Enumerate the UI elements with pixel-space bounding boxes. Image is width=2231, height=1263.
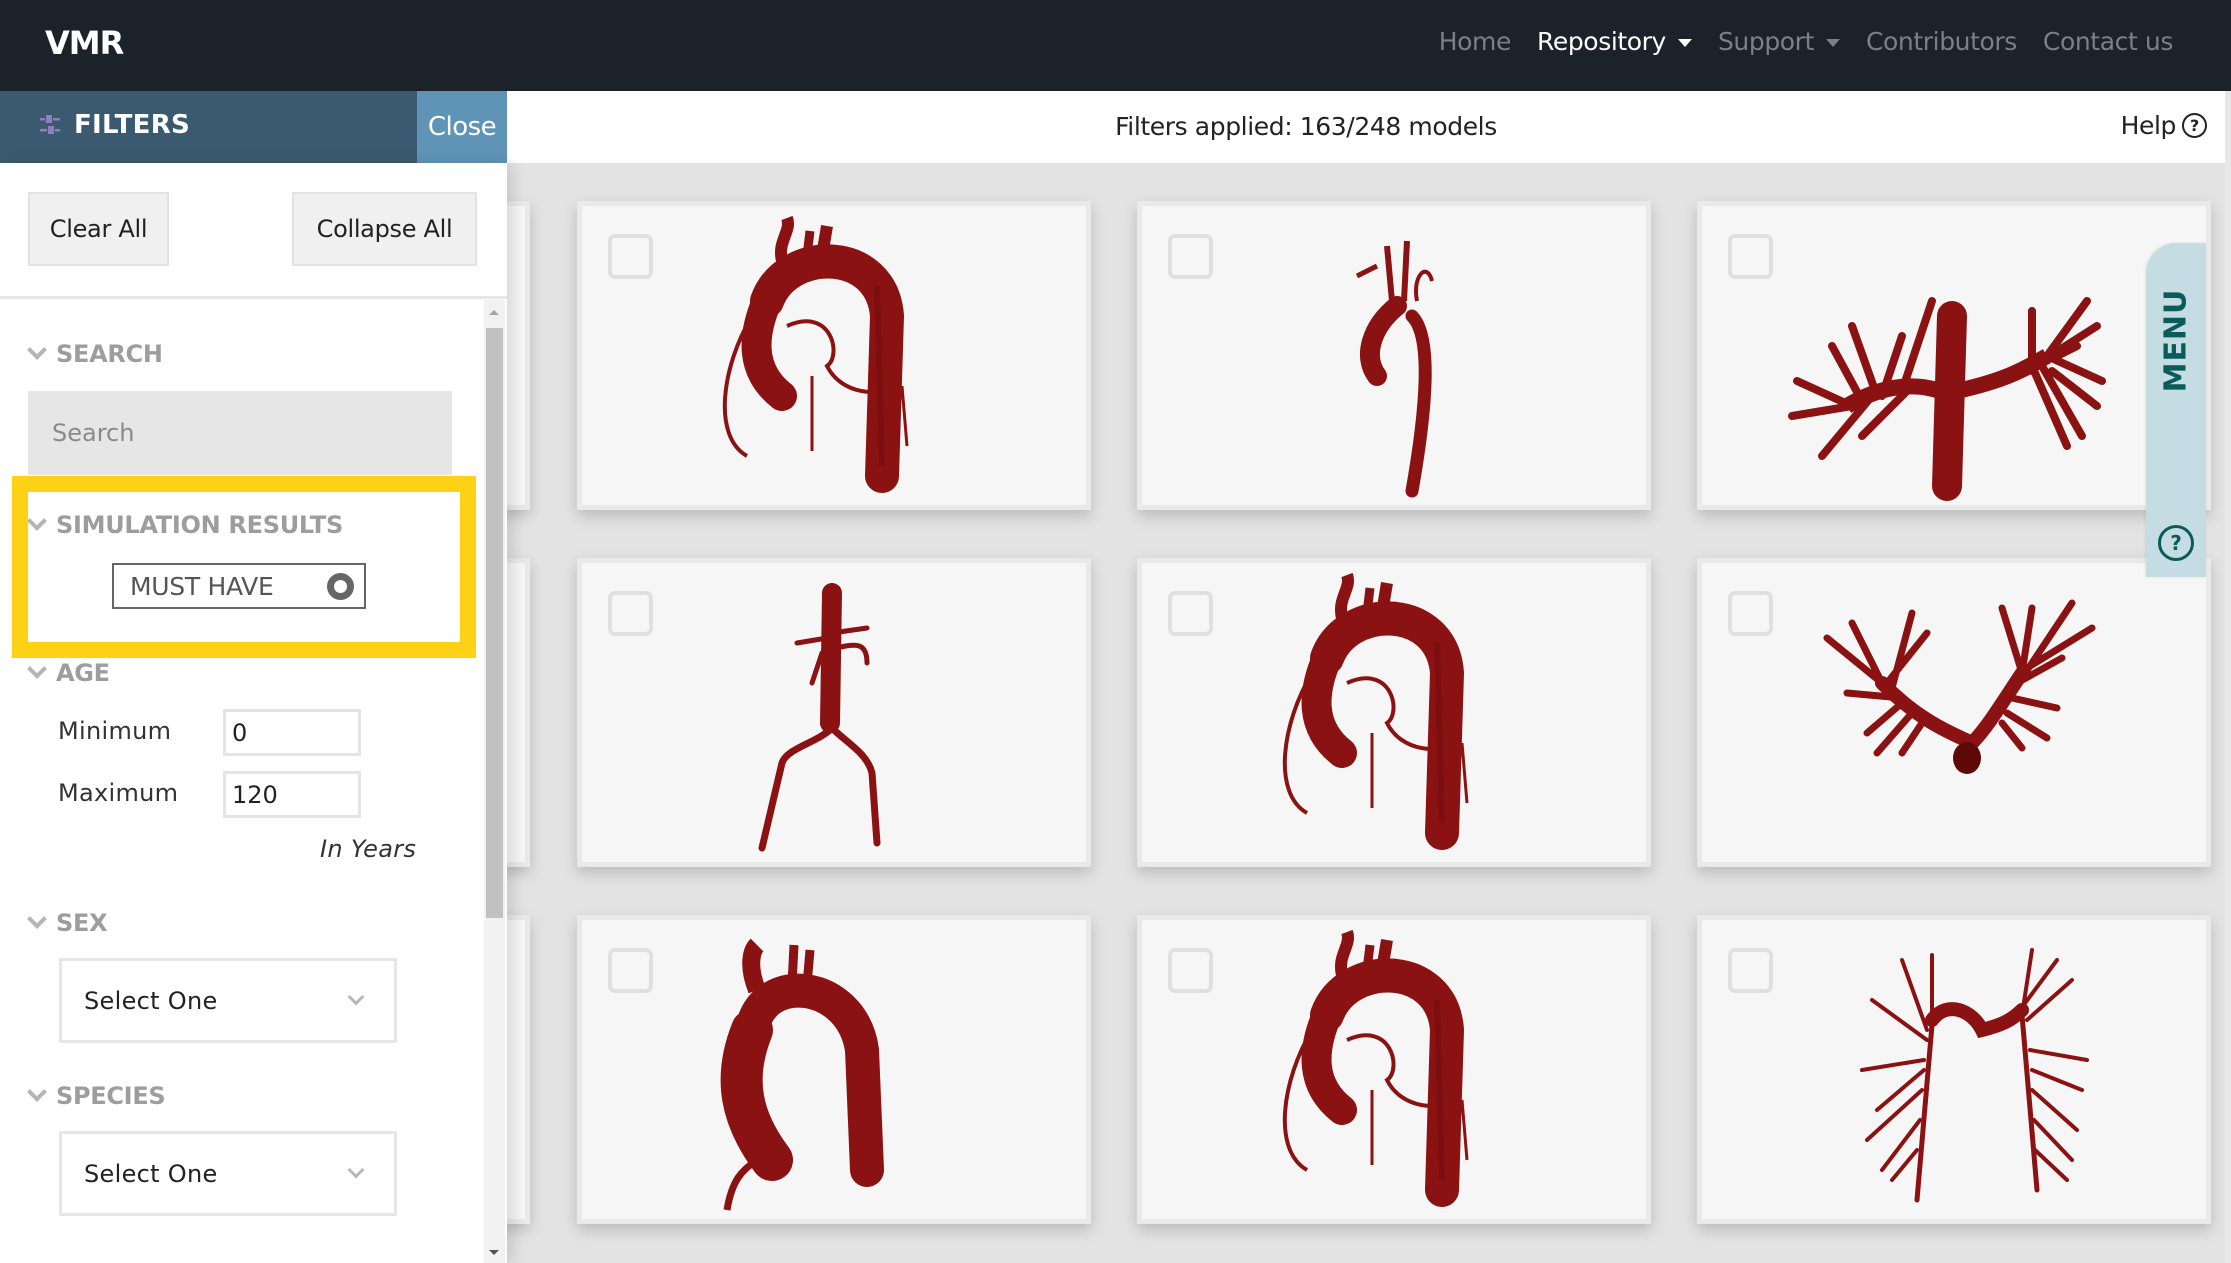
model-card[interactable] bbox=[577, 201, 1091, 510]
vascular-model-thumbnail bbox=[1788, 297, 2106, 501]
nav-support[interactable]: Support bbox=[1718, 27, 1840, 56]
species-select[interactable]: Select One bbox=[59, 1131, 397, 1216]
model-select-checkbox[interactable] bbox=[1728, 234, 1773, 279]
section-age-title: AGE bbox=[56, 659, 110, 687]
scroll-down-arrow-icon[interactable] bbox=[489, 1250, 499, 1255]
collapse-all-button[interactable]: Collapse All bbox=[292, 192, 477, 266]
model-select-checkbox[interactable] bbox=[1168, 948, 1213, 993]
filters-header: FILTERS Close bbox=[0, 91, 507, 163]
toggle-knob-icon bbox=[327, 573, 354, 600]
section-species-title: SPECIES bbox=[56, 1082, 166, 1110]
side-menu-tab[interactable]: MENU ? bbox=[2146, 243, 2206, 577]
age-minimum-input[interactable] bbox=[223, 709, 361, 756]
nav-contributors[interactable]: Contributors bbox=[1866, 27, 2017, 56]
vascular-model-thumbnail bbox=[720, 938, 884, 1211]
help-button[interactable]: Help ? bbox=[2121, 111, 2207, 140]
main-nav: Home Repository Support Contributors Con… bbox=[1438, 27, 2174, 56]
nav-contact-us[interactable]: Contact us bbox=[2043, 27, 2173, 56]
model-card[interactable] bbox=[577, 915, 1091, 1224]
nav-support-label: Support bbox=[1717, 27, 1814, 56]
model-select-checkbox[interactable] bbox=[1728, 591, 1773, 636]
chevron-down-icon bbox=[27, 511, 47, 531]
vascular-model-thumbnail bbox=[1282, 929, 1469, 1207]
menu-label: MENU bbox=[2158, 288, 2194, 392]
must-have-toggle[interactable]: MUST HAVE bbox=[112, 563, 366, 609]
nav-contact-us-label: Contact us bbox=[2042, 27, 2173, 56]
model-card[interactable] bbox=[1137, 201, 1651, 510]
filters-applied-summary: Filters applied: 163/248 models bbox=[1115, 112, 1497, 141]
sex-select-value: Select One bbox=[84, 986, 218, 1015]
chevron-down-icon bbox=[27, 340, 47, 360]
section-simulation-results-title: SIMULATION RESULTS bbox=[56, 511, 343, 539]
question-circle-icon: ? bbox=[2182, 113, 2207, 138]
section-search-title: SEARCH bbox=[56, 340, 163, 368]
page-scrollbar[interactable] bbox=[2225, 91, 2231, 1263]
search-input[interactable] bbox=[28, 391, 452, 475]
model-select-checkbox[interactable] bbox=[608, 234, 653, 279]
vascular-model-thumbnail bbox=[758, 583, 881, 852]
question-circle-icon[interactable]: ? bbox=[2158, 525, 2194, 561]
section-sex-title: SEX bbox=[56, 909, 108, 937]
nav-repository[interactable]: Repository bbox=[1537, 27, 1692, 56]
sidebar-scrollbar-thumb[interactable] bbox=[486, 328, 503, 918]
scroll-up-arrow-icon[interactable] bbox=[489, 310, 499, 315]
sex-select[interactable]: Select One bbox=[59, 958, 397, 1043]
chevron-down-icon bbox=[347, 1161, 365, 1179]
model-card[interactable] bbox=[1697, 201, 2211, 510]
chevron-down-icon bbox=[27, 1082, 47, 1102]
model-card[interactable] bbox=[1137, 915, 1651, 1224]
model-select-checkbox[interactable] bbox=[608, 591, 653, 636]
vascular-model-thumbnail bbox=[1823, 599, 2096, 774]
section-age-header[interactable]: AGE bbox=[27, 659, 110, 687]
section-search-header[interactable]: SEARCH bbox=[27, 340, 163, 368]
model-card[interactable] bbox=[577, 558, 1091, 867]
section-simulation-results-header[interactable]: SIMULATION RESULTS bbox=[27, 511, 343, 539]
nav-repository-label: Repository bbox=[1537, 27, 1666, 56]
chevron-down-icon bbox=[27, 909, 47, 929]
vascular-model-thumbnail bbox=[722, 215, 909, 493]
age-minimum-label: Minimum bbox=[58, 717, 172, 745]
section-species-header[interactable]: SPECIES bbox=[27, 1082, 166, 1110]
model-select-checkbox[interactable] bbox=[1168, 234, 1213, 279]
vascular-model-thumbnail bbox=[1355, 240, 1434, 498]
species-select-value: Select One bbox=[84, 1159, 218, 1188]
age-unit-note: In Years bbox=[320, 835, 417, 863]
nav-home-label: Home bbox=[1438, 27, 1512, 56]
age-maximum-label: Maximum bbox=[58, 779, 179, 807]
model-select-checkbox[interactable] bbox=[1168, 591, 1213, 636]
results-bar: Filters applied: 163/248 models Help ? bbox=[507, 91, 2225, 163]
top-navbar: VMR Home Repository Support Contributors… bbox=[0, 0, 2231, 91]
caret-down-icon bbox=[1825, 38, 1840, 47]
model-card[interactable] bbox=[1697, 558, 2211, 867]
vascular-model-thumbnail bbox=[1860, 948, 2089, 1203]
must-have-label: MUST HAVE bbox=[130, 571, 274, 601]
sidebar-scrollbar[interactable] bbox=[484, 300, 505, 1263]
model-card[interactable] bbox=[1697, 915, 2211, 1224]
nav-home[interactable]: Home bbox=[1438, 27, 1512, 56]
age-maximum-input[interactable] bbox=[223, 771, 361, 818]
close-filters-button[interactable]: Close bbox=[417, 91, 507, 163]
model-card[interactable] bbox=[1137, 558, 1651, 867]
help-label: Help bbox=[2120, 111, 2177, 140]
nav-contributors-label: Contributors bbox=[1865, 27, 2017, 56]
vascular-model-thumbnail bbox=[1282, 572, 1469, 850]
section-sex-header[interactable]: SEX bbox=[27, 909, 108, 937]
caret-down-icon bbox=[1677, 38, 1692, 47]
brand-logo[interactable]: VMR bbox=[45, 24, 124, 62]
filters-title: FILTERS bbox=[40, 110, 190, 140]
clear-all-button[interactable]: Clear All bbox=[28, 192, 169, 266]
filters-title-text: FILTERS bbox=[74, 110, 191, 140]
chevron-down-icon bbox=[27, 659, 47, 679]
sliders-icon bbox=[40, 115, 60, 134]
model-select-checkbox[interactable] bbox=[1728, 948, 1773, 993]
chevron-down-icon bbox=[347, 988, 365, 1006]
sidebar-divider bbox=[0, 296, 507, 299]
model-select-checkbox[interactable] bbox=[608, 948, 653, 993]
filters-sidebar: Clear All Collapse All SEARCH SIMULATION… bbox=[0, 163, 507, 1263]
